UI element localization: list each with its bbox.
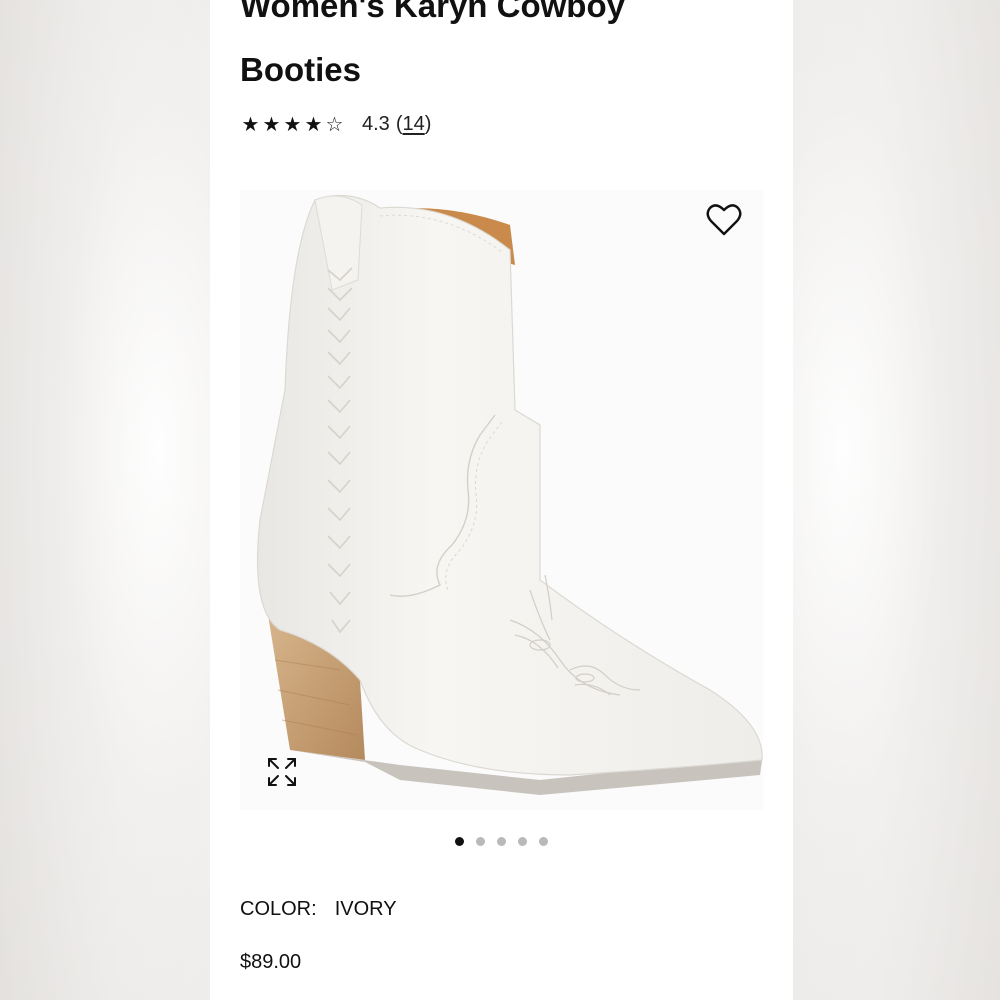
product-title: Women's Karyn Cowboy Booties xyxy=(240,0,760,102)
blurred-backdrop-right xyxy=(790,0,1000,1000)
product-page: Women's Karyn Cowboy Booties ★ ★ ★ ★ ☆ 4… xyxy=(210,0,793,1000)
gallery-dot-4[interactable] xyxy=(518,837,527,846)
star-icon: ★ xyxy=(241,113,260,136)
rating-summary: ★ ★ ★ ★ ☆ 4.3 (14) xyxy=(241,110,432,138)
rating-value: 4.3 xyxy=(362,112,390,135)
gallery-pagination xyxy=(455,837,548,846)
gallery-dot-3[interactable] xyxy=(497,837,506,846)
color-value: IVORY xyxy=(334,898,397,920)
review-count-group: (14) xyxy=(396,113,432,136)
gallery-dot-2[interactable] xyxy=(476,837,485,846)
star-rating: ★ ★ ★ ★ ☆ xyxy=(241,112,344,137)
gallery-dot-5[interactable] xyxy=(539,837,548,846)
star-icon: ★ xyxy=(283,113,302,136)
expand-image-button[interactable] xyxy=(264,754,300,790)
paren-close: ) xyxy=(424,112,432,135)
favorite-button[interactable] xyxy=(702,198,746,242)
star-icon: ★ xyxy=(304,113,323,136)
star-outline-icon: ☆ xyxy=(325,113,344,136)
review-count-link[interactable]: 14 xyxy=(402,113,424,135)
product-title-line-1: Women's Karyn Cowboy xyxy=(240,0,625,24)
product-image xyxy=(256,194,763,795)
color-selection: COLOR: IVORY xyxy=(240,898,397,921)
product-price: $89.00 xyxy=(240,951,302,973)
star-icon: ★ xyxy=(262,113,281,136)
expand-arrows-icon xyxy=(268,758,296,786)
product-title-line-2: Booties xyxy=(240,51,362,88)
color-label: COLOR: xyxy=(240,898,317,920)
blurred-backdrop-left xyxy=(0,0,210,1000)
gallery-dot-1[interactable] xyxy=(455,837,464,846)
product-image-gallery[interactable] xyxy=(240,190,763,810)
screenshot-stage: Women's Karyn Cowboy Booties ★ ★ ★ ★ ☆ 4… xyxy=(0,0,1000,1000)
heart-outline-icon xyxy=(706,204,742,236)
